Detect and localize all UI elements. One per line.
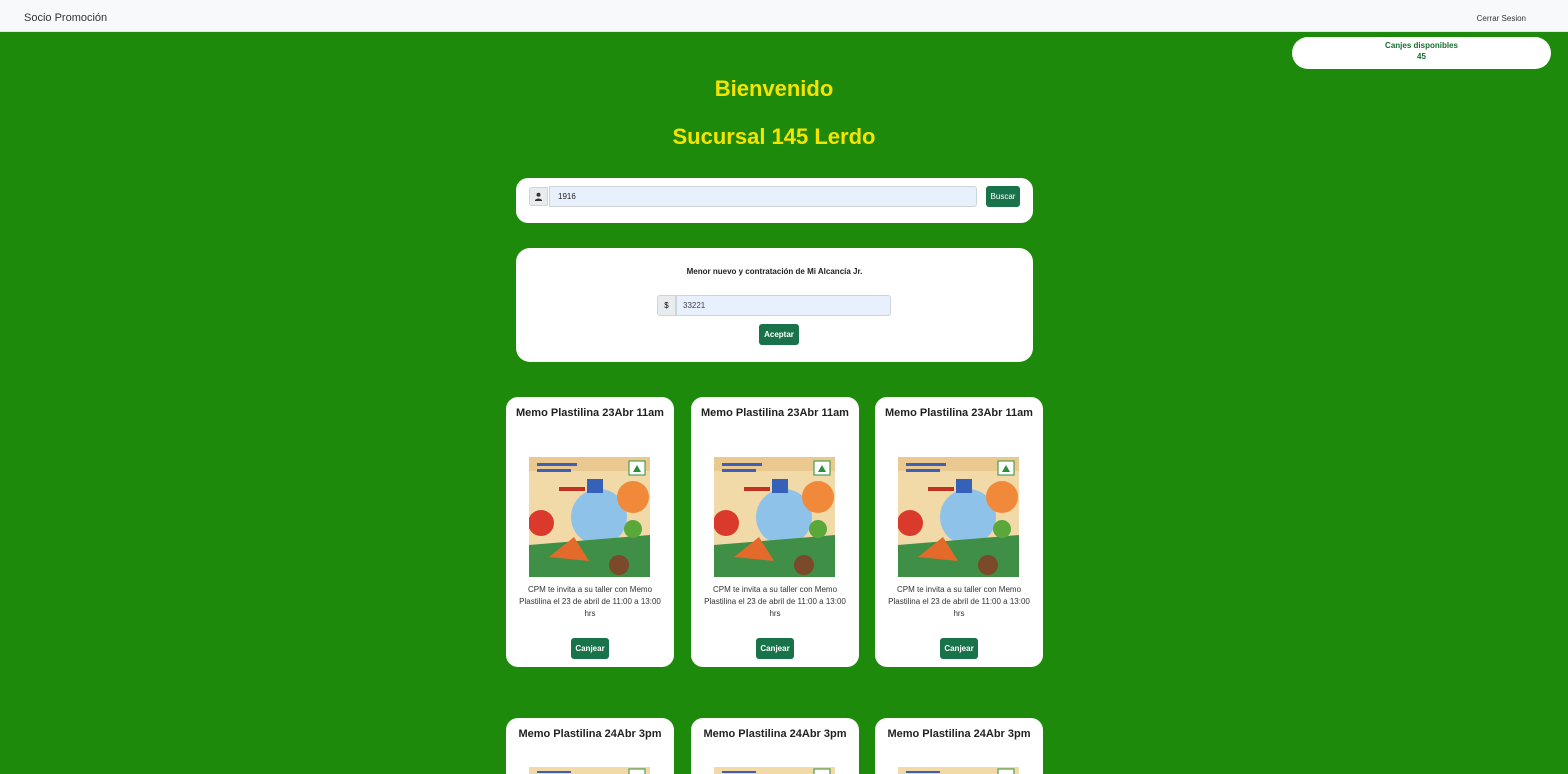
event-card: Memo Plastilina 23Abr 11am CPM te invita… xyxy=(875,397,1043,667)
event-title: Memo Plastilina 24Abr 3pm xyxy=(518,728,662,740)
member-search-input[interactable] xyxy=(549,186,977,207)
logout-link[interactable]: Cerrar Sesion xyxy=(1477,14,1526,23)
promo-card: Menor nuevo y contratación de Mi Alcancí… xyxy=(516,248,1033,362)
search-card: Buscar xyxy=(516,178,1033,223)
event-card: Memo Plastilina 23Abr 11am CPM te invita… xyxy=(691,397,859,667)
event-card: Memo Plastilina 23Abr 11am CPM te invita… xyxy=(506,397,674,667)
event-poster-image xyxy=(529,457,650,577)
welcome-title: Bienvenido xyxy=(714,76,834,101)
available-redemptions-label: Canjes disponibles xyxy=(1385,41,1458,50)
event-description: CPM te invita a su taller con Memo Plast… xyxy=(519,585,661,618)
event-poster-image xyxy=(898,764,1019,774)
accept-button[interactable]: Aceptar xyxy=(759,324,799,345)
event-title: Memo Plastilina 23Abr 11am xyxy=(516,407,664,419)
search-button[interactable]: Buscar xyxy=(986,186,1020,207)
brand-link[interactable]: Socio Promoción xyxy=(24,12,107,24)
redeem-button[interactable]: Canjear xyxy=(940,638,978,659)
event-title: Memo Plastilina 24Abr 3pm xyxy=(887,728,1031,740)
event-card: Memo Plastilina 24Abr 3pm xyxy=(506,718,674,774)
event-title: Memo Plastilina 23Abr 11am xyxy=(885,407,1033,419)
branch-title: Sucursal 145 Lerdo xyxy=(672,124,876,149)
event-description: CPM te invita a su taller con Memo Plast… xyxy=(704,585,846,618)
available-redemptions-count: 45 xyxy=(1417,52,1426,61)
redeem-button[interactable]: Canjear xyxy=(756,638,794,659)
event-card: Memo Plastilina 24Abr 3pm xyxy=(875,718,1043,774)
available-redemptions-badge: Canjes disponibles 45 xyxy=(1292,37,1551,69)
navbar: Socio Promoción Cerrar Sesion xyxy=(0,0,1568,32)
event-poster-image xyxy=(529,764,650,774)
event-title: Memo Plastilina 24Abr 3pm xyxy=(703,728,847,740)
event-description: CPM te invita a su taller con Memo Plast… xyxy=(888,585,1030,618)
redeem-button[interactable]: Canjear xyxy=(571,638,609,659)
event-title: Memo Plastilina 23Abr 11am xyxy=(701,407,849,419)
event-poster-image xyxy=(714,457,835,577)
amount-input[interactable] xyxy=(676,295,891,316)
event-poster-image xyxy=(898,457,1019,577)
user-icon xyxy=(529,187,548,206)
event-card: Memo Plastilina 24Abr 3pm xyxy=(691,718,859,774)
promo-title: Menor nuevo y contratación de Mi Alcancí… xyxy=(686,267,863,276)
currency-addon: $ xyxy=(657,295,676,316)
event-poster-image xyxy=(714,764,835,774)
